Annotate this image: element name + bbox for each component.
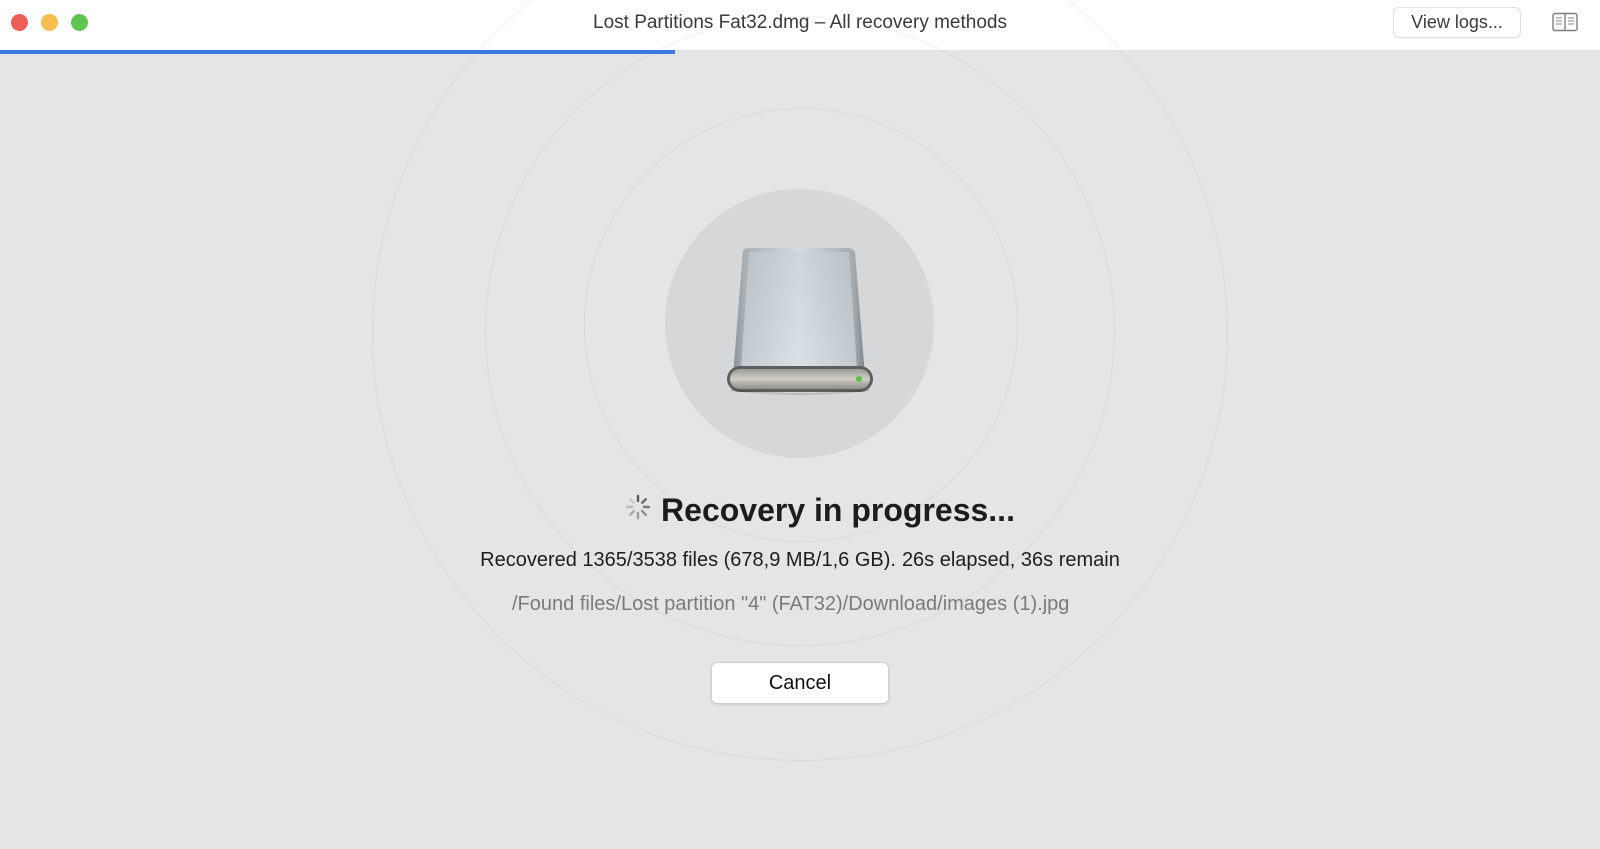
view-logs-button[interactable]: View logs... (1393, 7, 1521, 38)
recovered-files-count: Recovered 1365/3538 files (678,9 MB/1,6 … (480, 549, 896, 571)
external-drive-icon (725, 248, 875, 400)
status-row: Recovery in progress... (0, 486, 1600, 534)
recovery-stats: Recovered 1365/3538 files (678,9 MB/1,6 … (0, 548, 1600, 572)
status-title: Recovery in progress... (661, 492, 1015, 528)
cancel-button[interactable]: Cancel (711, 662, 889, 704)
spinner-icon (625, 494, 651, 520)
time-remaining: 26s elapsed, 36s remain (901, 549, 1120, 571)
sidebar-icon[interactable] (1552, 12, 1578, 32)
current-file-path: /Found files/Lost partition "4" (FAT32)/… (512, 593, 1070, 615)
